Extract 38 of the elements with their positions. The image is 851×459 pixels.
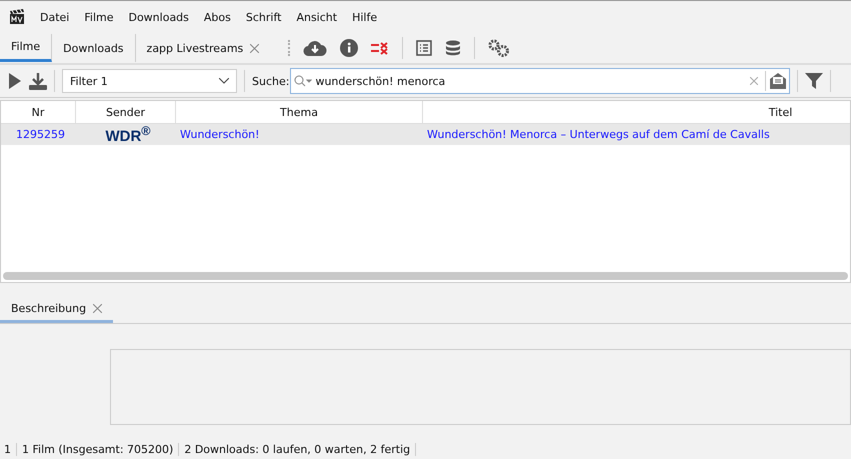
tab[interactable]: Beschreibung <box>0 297 114 323</box>
database-icon[interactable] <box>445 40 462 56</box>
settings-icon[interactable] <box>488 39 510 57</box>
close-icon[interactable] <box>93 304 102 313</box>
info-icon[interactable] <box>340 39 358 57</box>
sender-logo: WDR$^{®}$ <box>105 124 151 145</box>
table-cell: 1295259 <box>16 128 65 141</box>
status-text: 1 <box>4 442 17 456</box>
menu-item[interactable]: Downloads <box>128 10 189 24</box>
filter-dropdown[interactable]: Filter 1 <box>62 69 237 93</box>
app-logo-icon <box>9 9 25 25</box>
search-field[interactable]: wunderschön! menorca <box>290 68 790 94</box>
filter-icon[interactable] <box>805 73 824 89</box>
chevron-down-icon[interactable] <box>219 78 229 84</box>
menu-item[interactable]: Filme <box>84 10 114 24</box>
menu-item[interactable]: Datei <box>40 10 70 24</box>
delete-list-icon[interactable] <box>371 41 390 55</box>
cloud-download-icon[interactable] <box>303 39 328 57</box>
menu-item[interactable]: Hilfe <box>352 10 378 24</box>
table-cell: Wunderschön! <box>180 128 260 141</box>
search-icon[interactable] <box>294 75 312 87</box>
tab[interactable]: Downloads <box>52 34 136 62</box>
menu-item[interactable]: Ansicht <box>296 10 338 24</box>
table-cell: Wunderschön! Menorca – Unterwegs auf dem Camí de Cavalls <box>427 128 770 141</box>
close-icon[interactable] <box>250 44 260 52</box>
search-label: Suche: <box>252 74 290 88</box>
status-text: 1 Film (Insgesamt: 705200) <box>17 442 180 456</box>
download-icon[interactable] <box>29 72 47 90</box>
tab[interactable]: Filme <box>0 34 52 62</box>
status-text: 2 Downloads: 0 laufen, 0 warten, 2 fertig <box>179 442 416 456</box>
tab[interactable]: zapp Livestreams <box>136 34 270 62</box>
envelope-icon[interactable] <box>769 72 788 90</box>
play-icon[interactable] <box>8 73 22 89</box>
menu-item[interactable]: Schrift <box>246 10 282 24</box>
table-row[interactable]: 1295259 WDR$^{®}$ Wunderschön! Wunderschön! Menorca – Unterwegs auf dem Camí de Cavalls <box>1 124 850 145</box>
scrollbar[interactable] <box>3 272 848 280</box>
list-icon[interactable] <box>416 40 432 56</box>
menu-item[interactable]: Abos <box>204 10 231 24</box>
